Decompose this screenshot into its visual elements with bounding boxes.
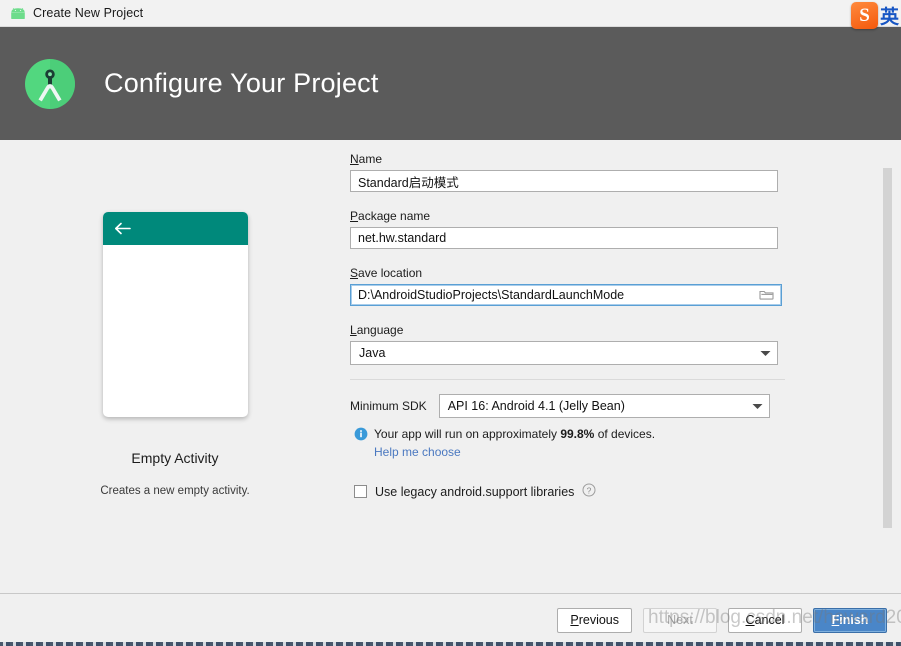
create-new-project-dialog: Create New Project S 英 Configure Your Pr… <box>0 0 901 646</box>
language-label: Language <box>350 323 404 337</box>
package-name-input[interactable]: net.hw.standard <box>350 227 778 249</box>
content-scrollbar[interactable] <box>883 140 892 593</box>
dialog-footer: https://blog.csdn.net/howard2005 Previou… <box>0 593 901 646</box>
legacy-libraries-checkbox[interactable] <box>354 485 367 498</box>
android-studio-logo-icon <box>22 56 78 112</box>
ime-mode-label[interactable]: 英 <box>880 2 899 29</box>
minimum-sdk-label: Minimum SDK <box>350 399 427 413</box>
template-preview-pane: Empty Activity Creates a new empty activ… <box>0 140 350 593</box>
window-title: Create New Project <box>33 6 144 20</box>
dialog-header: Configure Your Project <box>0 27 901 140</box>
legacy-libraries-label: Use legacy android.support libraries <box>375 484 575 499</box>
name-label: Name <box>350 152 383 166</box>
device-coverage-info: Your app will run on approximately 99.8%… <box>354 427 841 441</box>
finish-button[interactable]: Finish <box>813 607 887 633</box>
minimum-sdk-select[interactable]: API 16: Android 4.1 (Jelly Bean) <box>438 394 770 418</box>
save-location-label: Save location <box>350 266 423 280</box>
help-me-choose-link[interactable]: Help me choose <box>374 445 841 459</box>
ime-indicator[interactable]: S 英 <box>850 2 899 29</box>
coverage-percent: 99.8% <box>560 427 595 441</box>
package-name-input-value: net.hw.standard <box>358 231 447 245</box>
scrollbar-thumb[interactable] <box>883 168 892 528</box>
cancel-button[interactable]: Cancel <box>728 607 802 633</box>
coverage-text-before: Your app will run on approximately <box>374 427 561 441</box>
chevron-down-icon[interactable] <box>760 346 771 360</box>
field-name: Name Standard启动模式 <box>350 152 841 192</box>
question-mark-icon[interactable]: ? <box>582 483 596 500</box>
sogou-logo-icon[interactable]: S <box>850 2 878 29</box>
previous-button[interactable]: Previous <box>557 607 632 633</box>
page-title: Configure Your Project <box>104 68 379 98</box>
back-arrow-icon <box>114 222 131 235</box>
field-package-name: Package name net.hw.standard <box>350 209 841 249</box>
svg-text:?: ? <box>587 485 592 495</box>
language-select[interactable]: Java <box>350 341 778 365</box>
save-location-input-value: D:\AndroidStudioProjects\StandardLaunchM… <box>358 288 625 302</box>
field-minimum-sdk: Minimum SDK API 16: Android 4.1 (Jelly B… <box>350 394 841 418</box>
device-coverage-text: Your app will run on approximately 99.8%… <box>374 427 655 441</box>
template-preview-card <box>102 212 248 417</box>
name-input-value: Standard启动模式 <box>358 175 459 190</box>
next-button: Next <box>643 607 717 633</box>
project-config-form: Name Standard启动模式 Package name net.hw.st… <box>350 140 901 593</box>
folder-icon[interactable] <box>759 289 774 301</box>
package-name-label: Package name <box>350 209 431 223</box>
minimum-sdk-value: API 16: Android 4.1 (Jelly Bean) <box>447 399 625 413</box>
dialog-body: Empty Activity Creates a new empty activ… <box>0 140 901 593</box>
language-value: Java <box>359 346 386 360</box>
android-robot-icon <box>9 4 27 22</box>
preview-appbar <box>102 212 248 245</box>
template-description: Creates a new empty activity. <box>100 485 250 497</box>
info-icon <box>354 427 368 441</box>
save-location-input[interactable]: D:\AndroidStudioProjects\StandardLaunchM… <box>350 284 782 306</box>
taskbar-strip <box>0 642 901 646</box>
field-language: Language Java <box>350 323 841 365</box>
coverage-text-after: of devices. <box>594 427 656 441</box>
legacy-libraries-row[interactable]: Use legacy android.support libraries ? <box>354 483 841 500</box>
chevron-down-icon[interactable] <box>752 399 763 413</box>
field-save-location: Save location D:\AndroidStudioProjects\S… <box>350 266 841 306</box>
template-name: Empty Activity <box>131 450 219 466</box>
name-input[interactable]: Standard启动模式 <box>350 170 778 192</box>
title-bar: Create New Project <box>0 0 901 27</box>
form-divider <box>350 379 785 380</box>
